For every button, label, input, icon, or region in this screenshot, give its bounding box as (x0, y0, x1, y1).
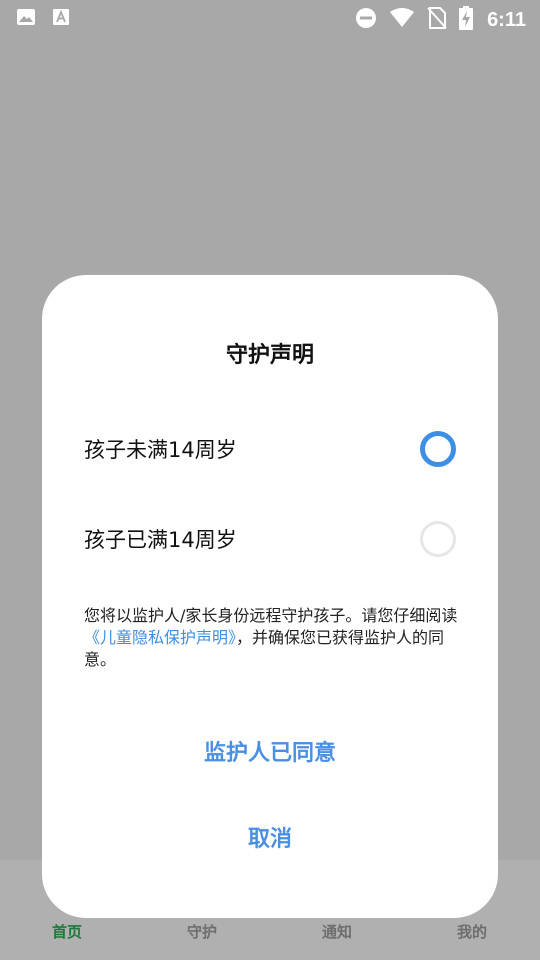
radio-over-14[interactable] (420, 521, 456, 557)
wifi-icon (389, 7, 415, 33)
guardian-notice: 您将以监护人/家长身份远程守护孩子。请您仔细阅读《儿童隐私保护声明》，并确保您已… (84, 605, 464, 671)
radio-under-14[interactable] (420, 431, 456, 467)
battery-charging-icon (459, 6, 474, 34)
image-icon (16, 8, 36, 30)
status-right: 6:11 (355, 6, 526, 34)
nav-mine[interactable]: 我的 (432, 921, 512, 942)
dialog-title: 守护声明 (225, 343, 314, 368)
notice-text-before: 您将以监护人/家长身份远程守护孩子。请您仔细阅读 (84, 606, 458, 625)
do-not-disturb-icon (355, 7, 377, 33)
status-time: 6:11 (487, 8, 526, 31)
nav-notifications[interactable]: 通知 (297, 921, 377, 942)
nav-guard[interactable]: 守护 (162, 921, 242, 942)
option-over-14[interactable]: 孩子已满14周岁 (42, 510, 498, 570)
option-over-14-label: 孩子已满14周岁 (84, 528, 237, 552)
cancel-button[interactable]: 取消 (42, 821, 498, 853)
option-under-14-label: 孩子未满14周岁 (84, 438, 237, 462)
guardian-agree-button[interactable]: 监护人已同意 (42, 735, 498, 767)
font-icon (52, 8, 70, 30)
no-sim-icon (427, 7, 447, 33)
option-under-14[interactable]: 孩子未满14周岁 (42, 420, 498, 480)
privacy-statement-link[interactable]: 《儿童隐私保护声明》 (84, 628, 236, 647)
status-left (16, 8, 70, 30)
nav-home[interactable]: 首页 (27, 921, 107, 942)
guardian-statement-dialog: 守护声明 孩子未满14周岁 孩子已满14周岁 您将以监护人/家长身份远程守护孩子… (42, 275, 498, 918)
status-bar: 6:11 (0, 0, 540, 36)
